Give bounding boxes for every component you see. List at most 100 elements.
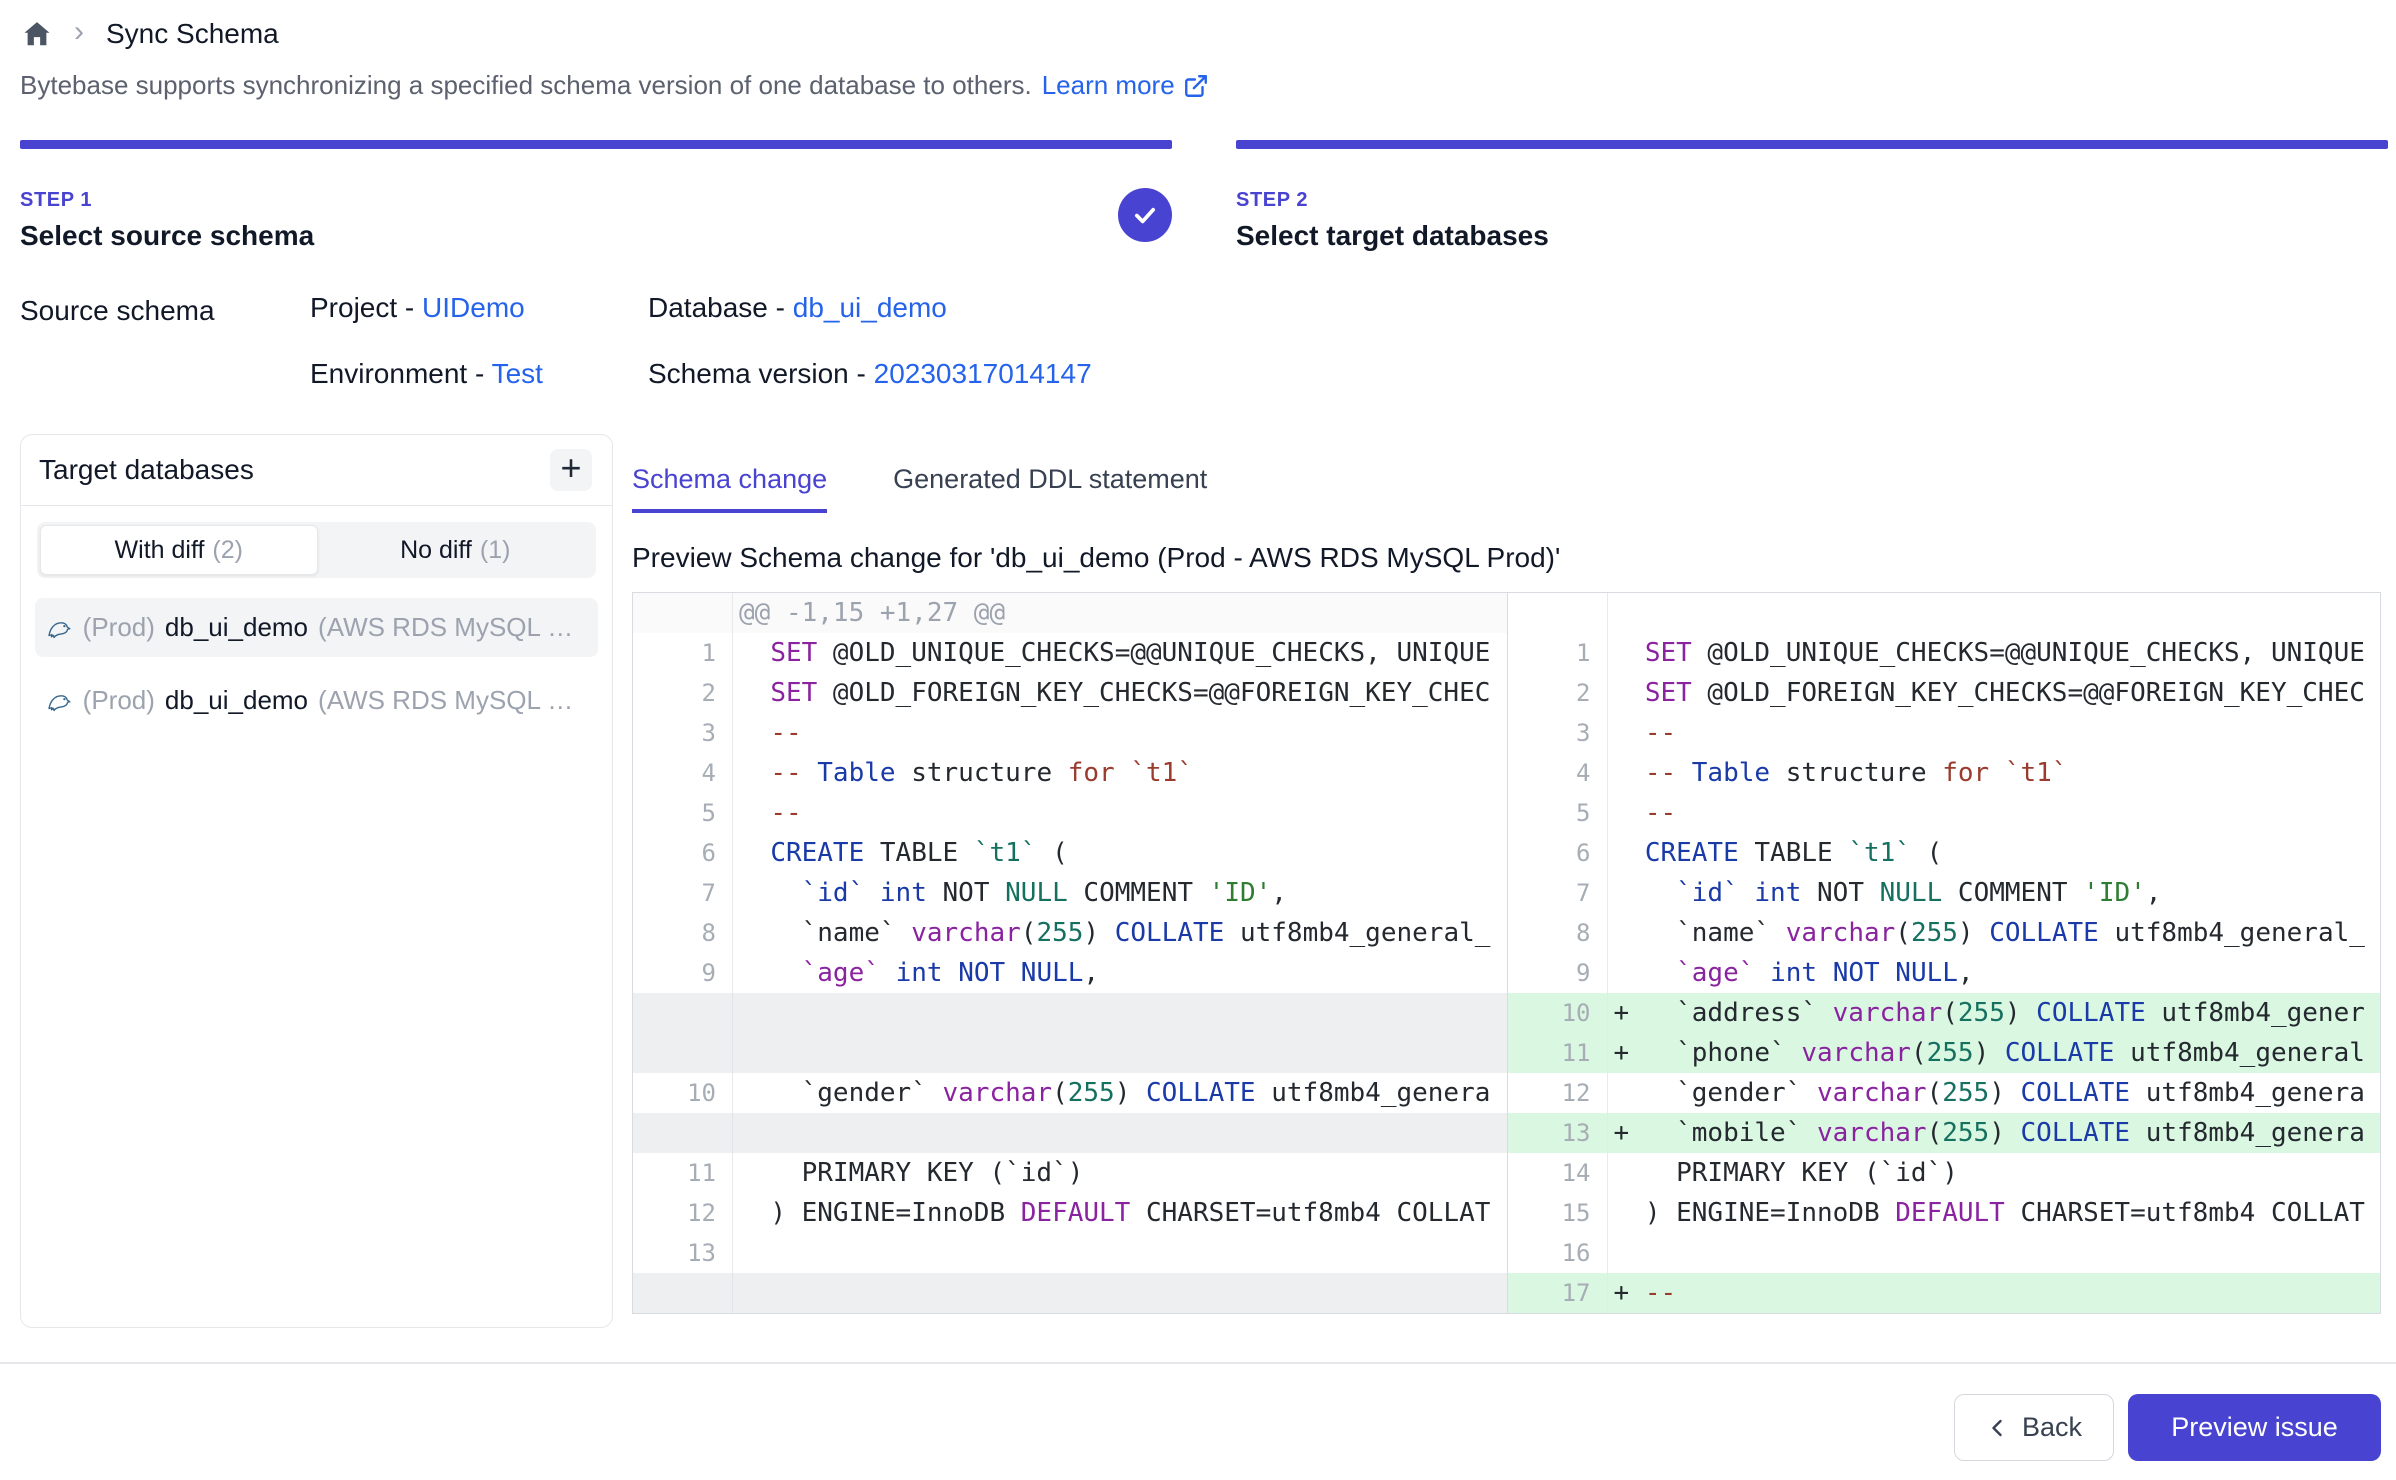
plus-icon: + [560,450,581,486]
line-number: 17 [1508,1273,1608,1313]
db-instance-suffix: (AWS RDS MySQL Prod) [318,612,588,643]
diff-row: 7 `id` int NOT NULL COMMENT 'ID', [1508,873,2381,913]
line-number: 13 [633,1233,733,1273]
chevron-left-icon [1986,1416,2010,1440]
diff-line-content: -- [1608,793,2381,833]
diff-row: 6 CREATE TABLE `t1` ( [1508,833,2381,873]
diff-row [633,1273,1507,1313]
step-2-progress-bar [1236,140,2388,149]
diff-line-content: -- Table structure for `t1` [733,753,1507,793]
line-number: 9 [1508,953,1608,993]
learn-more-label: Learn more [1042,70,1175,101]
database-list-item[interactable]: (Prod) db_ui_demo (AWS RDS MySQL Prod) [35,598,598,657]
diff-row: 10 `gender` varchar(255) COLLATE utf8mb4… [633,1073,1507,1113]
line-number: 2 [633,673,733,713]
diff-line-content [733,1273,1507,1313]
line-number: 11 [1508,1033,1608,1073]
line-number: 3 [633,713,733,753]
line-number: 4 [1508,753,1608,793]
diff-row: 3 -- [1508,713,2381,753]
diff-line-content: ) ENGINE=InnoDB DEFAULT CHARSET=utf8mb4 … [733,1193,1507,1233]
diff-row: 12 ) ENGINE=InnoDB DEFAULT CHARSET=utf8m… [633,1193,1507,1233]
diff-line-content: PRIMARY KEY (`id`) [733,1153,1507,1193]
step-2-label: STEP 2 [1236,189,2388,212]
line-number [633,1033,733,1073]
diff-line-content [733,1113,1507,1153]
diff-row: 17+ -- [1508,1273,2381,1313]
database-label: Database - [648,292,793,323]
diff-row: 14 PRIMARY KEY (`id`) [1508,1153,2381,1193]
diff-line-content: PRIMARY KEY (`id`) [1608,1153,2381,1193]
database-list-item[interactable]: (Prod) db_ui_demo (AWS RDS MySQL Prod) [35,671,598,730]
environment-link[interactable]: Test [492,358,543,389]
line-number: 3 [1508,713,1608,753]
diff-line-content: + `mobile` varchar(255) COLLATE utf8mb4_… [1608,1113,2381,1153]
diff-pane-target[interactable]: 1 SET @OLD_UNIQUE_CHECKS=@@UNIQUE_CHECKS… [1507,593,2381,1313]
db-name: db_ui_demo [165,612,308,643]
line-number: 2 [1508,673,1608,713]
diff-line-content: @@ -1,15 +1,27 @@ [733,593,1507,633]
diff-row: 8 `name` varchar(255) COLLATE utf8mb4_ge… [633,913,1507,953]
database-link[interactable]: db_ui_demo [793,292,947,323]
source-schema-label: Source schema [20,292,310,390]
db-environment: (Prod) [83,685,155,716]
line-number: 14 [1508,1153,1608,1193]
target-databases-title: Target databases [39,454,254,486]
external-link-icon [1183,73,1209,99]
line-number: 9 [633,953,733,993]
diff-line-content: + `phone` varchar(255) COLLATE utf8mb4_g… [1608,1033,2381,1073]
diff-line-content: + `address` varchar(255) COLLATE utf8mb4… [1608,993,2381,1033]
diff-line-content: -- [1608,713,2381,753]
step-1-progress-bar [20,140,1172,149]
tab-schema-change[interactable]: Schema change [632,464,827,513]
diff-row [633,1033,1507,1073]
chevron-right-icon: › [74,17,84,51]
tab-no-diff[interactable]: No diff (1) [318,525,594,575]
schema-version-link[interactable]: 20230317014147 [874,358,1092,389]
back-button[interactable]: Back [1954,1394,2114,1461]
step-2-title: Select target databases [1236,220,2388,252]
diff-line-content [733,1233,1507,1273]
divider [21,505,612,506]
line-number [633,993,733,1033]
diff-line-content: SET @OLD_FOREIGN_KEY_CHECKS=@@FOREIGN_KE… [1608,673,2381,713]
project-link[interactable]: UIDemo [422,292,525,323]
diff-row: 10+ `address` varchar(255) COLLATE utf8m… [1508,993,2381,1033]
diff-line-content: SET @OLD_UNIQUE_CHECKS=@@UNIQUE_CHECKS, … [1608,633,2381,673]
diff-line-content: `id` int NOT NULL COMMENT 'ID', [1608,873,2381,913]
page-title: Sync Schema [106,18,279,50]
diff-row: 2 SET @OLD_FOREIGN_KEY_CHECKS=@@FOREIGN_… [633,673,1507,713]
diff-row: 5 -- [633,793,1507,833]
line-number: 5 [1508,793,1608,833]
home-icon[interactable] [22,19,52,49]
diff-row: 8 `name` varchar(255) COLLATE utf8mb4_ge… [1508,913,2381,953]
step-1: STEP 1 Select source schema [20,140,1172,252]
diff-row: 4 -- Table structure for `t1` [1508,753,2381,793]
preview-issue-button[interactable]: Preview issue [2128,1394,2381,1461]
tab-with-diff[interactable]: With diff (2) [40,525,318,575]
source-schema-version: Schema version - 20230317014147 [648,358,1092,390]
line-number: 10 [633,1073,733,1113]
learn-more-link[interactable]: Learn more [1042,70,1209,101]
line-number: 16 [1508,1233,1608,1273]
wizard-steps: STEP 1 Select source schema STEP 2 Selec… [20,140,2388,252]
source-environment: Environment - Test [310,358,648,390]
line-number: 11 [633,1153,733,1193]
line-number: 8 [1508,913,1608,953]
line-number: 8 [633,913,733,953]
preview-tabs: Schema change Generated DDL statement [632,464,1207,513]
diff-line-content: + -- [1608,1273,2381,1313]
line-number [633,1273,733,1313]
line-number: 13 [1508,1113,1608,1153]
footer-divider [0,1362,2396,1364]
diff-line-content: -- [733,713,1507,753]
step-2: STEP 2 Select target databases [1236,140,2388,252]
environment-label: Environment - [310,358,492,389]
target-databases-panel: Target databases + With diff (2) No diff… [20,434,613,1328]
diff-line-content: `gender` varchar(255) COLLATE utf8mb4_ge… [733,1073,1507,1113]
diff-row: 15 ) ENGINE=InnoDB DEFAULT CHARSET=utf8m… [1508,1193,2381,1233]
add-target-database-button[interactable]: + [550,449,592,491]
diff-pane-source[interactable]: @@ -1,15 +1,27 @@1 SET @OLD_UNIQUE_CHECK… [633,593,1507,1313]
tab-generated-ddl[interactable]: Generated DDL statement [893,464,1207,513]
db-environment: (Prod) [83,612,155,643]
